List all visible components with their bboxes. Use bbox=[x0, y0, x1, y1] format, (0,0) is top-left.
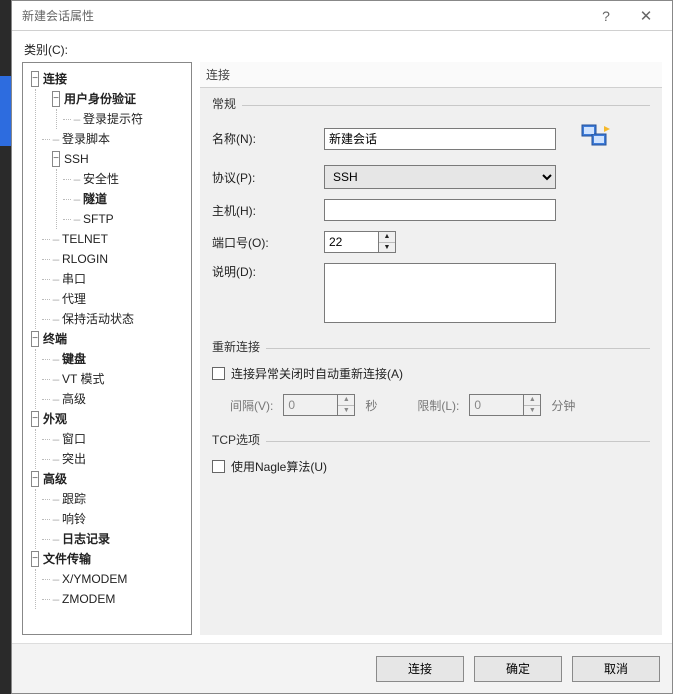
chevron-up-icon[interactable]: ▲ bbox=[338, 395, 354, 406]
minus-icon[interactable]: − bbox=[29, 329, 41, 349]
tree-keepalive[interactable]: 保持活动状态 bbox=[62, 312, 134, 326]
desc-label: 说明(D): bbox=[212, 263, 324, 280]
connect-button[interactable]: 连接 bbox=[376, 656, 464, 682]
tree-highlight[interactable]: 突出 bbox=[62, 452, 86, 466]
tree-proxy[interactable]: 代理 bbox=[62, 292, 86, 306]
tree-login-script[interactable]: 登录脚本 bbox=[62, 132, 110, 146]
tree-telnet[interactable]: TELNET bbox=[62, 232, 108, 246]
window-title: 新建会话属性 bbox=[22, 7, 586, 24]
footer: 连接 确定 取消 bbox=[12, 643, 672, 693]
minus-icon[interactable]: − bbox=[50, 89, 62, 109]
minus-icon[interactable]: − bbox=[29, 409, 41, 429]
protocol-label: 协议(P): bbox=[212, 169, 324, 186]
chevron-down-icon[interactable]: ▼ bbox=[338, 406, 354, 416]
group-tcp: TCP选项 使用Nagle算法(U) bbox=[212, 434, 650, 475]
nagle-checkbox-label: 使用Nagle算法(U) bbox=[231, 458, 327, 475]
tree-bell[interactable]: 响铃 bbox=[62, 512, 86, 526]
reconnect-checkbox-label: 连接异常关闭时自动重新连接(A) bbox=[231, 365, 403, 382]
interval-spinner[interactable]: ▲▼ bbox=[337, 394, 355, 416]
category-tree[interactable]: −连接 −用户身份验证 –登录提示符 –登录脚本 −SSH –安全性 –隧道 –… bbox=[22, 62, 192, 635]
connection-icon bbox=[580, 122, 612, 155]
tree-auth[interactable]: 用户身份验证 bbox=[64, 89, 136, 109]
protocol-select[interactable]: SSH bbox=[324, 165, 556, 189]
tree-login-prompt[interactable]: 登录提示符 bbox=[83, 112, 143, 126]
minus-icon[interactable]: − bbox=[50, 149, 62, 169]
reconnect-checkbox[interactable] bbox=[212, 367, 225, 380]
limit-spinner[interactable]: ▲▼ bbox=[523, 394, 541, 416]
limit-label: 限制(L): bbox=[417, 397, 459, 414]
minus-icon[interactable]: − bbox=[29, 469, 41, 489]
interval-input[interactable] bbox=[283, 394, 337, 416]
limit-unit: 分钟 bbox=[551, 397, 575, 414]
tree-ssh-sftp[interactable]: SFTP bbox=[83, 212, 114, 226]
chevron-up-icon[interactable]: ▲ bbox=[524, 395, 540, 406]
chevron-down-icon[interactable]: ▼ bbox=[524, 406, 540, 416]
group-reconnect: 重新连接 连接异常关闭时自动重新连接(A) 间隔(V): ▲▼ 秒 限制(L):… bbox=[212, 341, 650, 416]
tree-ssh-security[interactable]: 安全性 bbox=[83, 172, 119, 186]
port-input[interactable] bbox=[324, 231, 378, 253]
tree-advanced[interactable]: 高级 bbox=[43, 469, 67, 489]
minus-icon[interactable]: − bbox=[29, 69, 41, 89]
chevron-down-icon[interactable]: ▼ bbox=[379, 243, 395, 253]
tree-keyboard[interactable]: 键盘 bbox=[62, 352, 86, 366]
tree-vtmode[interactable]: VT 模式 bbox=[62, 372, 104, 386]
tree-ssh[interactable]: SSH bbox=[64, 149, 89, 169]
group-general-title: 常规 bbox=[212, 95, 242, 112]
interval-unit: 秒 bbox=[365, 397, 377, 414]
limit-input[interactable] bbox=[469, 394, 523, 416]
desc-textarea[interactable] bbox=[324, 263, 556, 323]
port-spinner[interactable]: ▲▼ bbox=[378, 231, 396, 253]
ok-button[interactable]: 确定 bbox=[474, 656, 562, 682]
port-label: 端口号(O): bbox=[212, 234, 324, 251]
tree-ssh-tunnel[interactable]: 隧道 bbox=[83, 192, 107, 206]
tree-connection[interactable]: 连接 bbox=[43, 69, 67, 89]
tree-rlogin[interactable]: RLOGIN bbox=[62, 252, 108, 266]
tree-xymodem[interactable]: X/YMODEM bbox=[62, 572, 127, 586]
nagle-checkbox[interactable] bbox=[212, 460, 225, 473]
tree-zmodem[interactable]: ZMODEM bbox=[62, 592, 115, 606]
right-panel: 常规 名称(N): 协议(P): SSH bbox=[200, 88, 662, 635]
dialog: 新建会话属性 ? ✕ 类别(C): −连接 −用户身份验证 –登录提示符 –登录… bbox=[11, 0, 673, 694]
help-button[interactable]: ? bbox=[586, 2, 626, 30]
tree-term-adv[interactable]: 高级 bbox=[62, 392, 86, 406]
tree-logging[interactable]: 日志记录 bbox=[62, 532, 110, 546]
group-general: 常规 名称(N): 协议(P): SSH bbox=[212, 98, 650, 323]
minus-icon[interactable]: − bbox=[29, 549, 41, 569]
tree-window[interactable]: 窗口 bbox=[62, 432, 86, 446]
tree-trace[interactable]: 跟踪 bbox=[62, 492, 86, 506]
name-label: 名称(N): bbox=[212, 130, 324, 147]
titlebar: 新建会话属性 ? ✕ bbox=[12, 1, 672, 31]
group-tcp-title: TCP选项 bbox=[212, 431, 266, 448]
cancel-button[interactable]: 取消 bbox=[572, 656, 660, 682]
host-input[interactable] bbox=[324, 199, 556, 221]
name-input[interactable] bbox=[324, 128, 556, 150]
close-button[interactable]: ✕ bbox=[626, 2, 666, 30]
tree-filetransfer[interactable]: 文件传输 bbox=[43, 549, 91, 569]
tree-appearance[interactable]: 外观 bbox=[43, 409, 67, 429]
tree-terminal[interactable]: 终端 bbox=[43, 329, 67, 349]
tree-serial[interactable]: 串口 bbox=[62, 272, 86, 286]
chevron-up-icon[interactable]: ▲ bbox=[379, 232, 395, 243]
interval-label: 间隔(V): bbox=[230, 397, 273, 414]
host-label: 主机(H): bbox=[212, 202, 324, 219]
group-reconnect-title: 重新连接 bbox=[212, 338, 266, 355]
category-label: 类别(C): bbox=[24, 41, 662, 58]
right-panel-title: 连接 bbox=[200, 62, 662, 88]
